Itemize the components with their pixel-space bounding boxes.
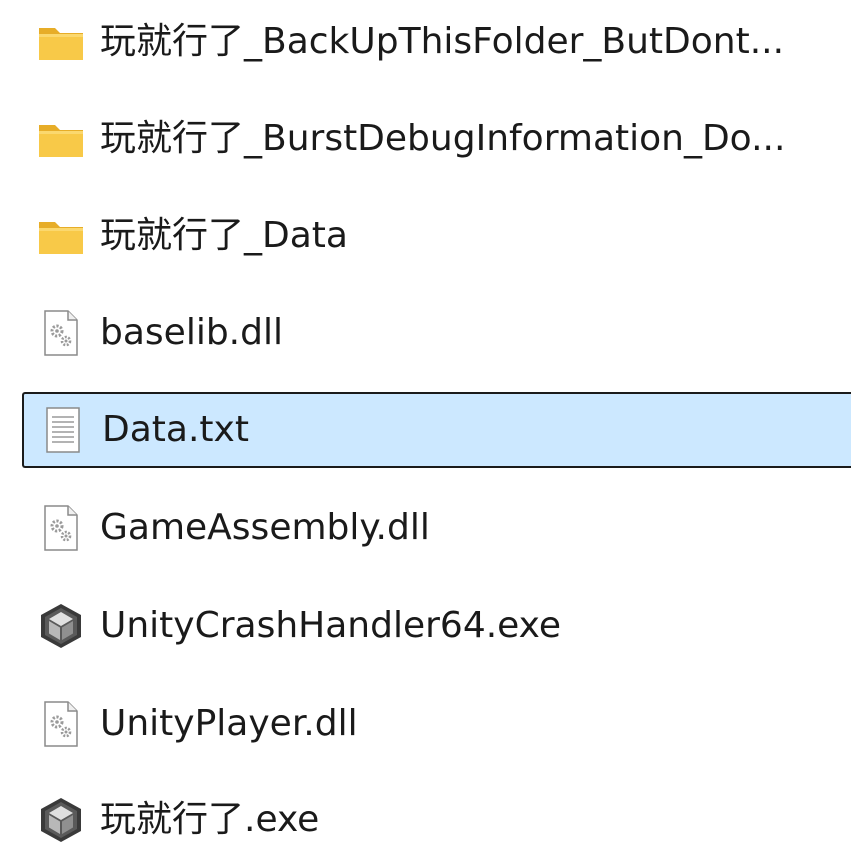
file-row-unityplayer-dll[interactable]: UnityPlayer.dll: [22, 686, 851, 762]
text-file-icon: [38, 405, 88, 455]
folder-icon: [36, 211, 86, 261]
dll-file-icon: [36, 503, 86, 553]
file-name: baselib.dll: [100, 312, 283, 353]
file-row-data-txt[interactable]: Data.txt: [22, 392, 851, 468]
file-name: 玩就行了_BurstDebugInformation_Do...: [100, 118, 786, 159]
file-name: UnityPlayer.dll: [100, 703, 358, 744]
file-list: 玩就行了_BackUpThisFolder_ButDont... 玩就行了_Bu…: [0, 0, 851, 857]
folder-icon: [36, 17, 86, 67]
file-row-unitycrashhandler-exe[interactable]: UnityCrashHandler64.exe: [22, 588, 851, 664]
file-name: 玩就行了_Data: [100, 215, 348, 256]
dll-file-icon: [36, 699, 86, 749]
file-name: 玩就行了.exe: [100, 799, 320, 840]
folder-icon: [36, 114, 86, 164]
file-name: GameAssembly.dll: [100, 507, 430, 548]
file-row-backup-folder[interactable]: 玩就行了_BackUpThisFolder_ButDont...: [22, 4, 851, 80]
unity-app-icon: [36, 795, 86, 845]
file-name: Data.txt: [102, 409, 249, 450]
file-row-burst-debug-folder[interactable]: 玩就行了_BurstDebugInformation_Do...: [22, 101, 851, 177]
file-name: UnityCrashHandler64.exe: [100, 605, 562, 646]
file-row-baselib-dll[interactable]: baselib.dll: [22, 295, 851, 371]
file-row-data-folder[interactable]: 玩就行了_Data: [22, 198, 851, 274]
file-name: 玩就行了_BackUpThisFolder_ButDont...: [100, 21, 785, 62]
file-row-gameassembly-dll[interactable]: GameAssembly.dll: [22, 490, 851, 566]
file-row-game-exe[interactable]: 玩就行了.exe: [22, 782, 851, 858]
unity-app-icon: [36, 601, 86, 651]
dll-file-icon: [36, 308, 86, 358]
